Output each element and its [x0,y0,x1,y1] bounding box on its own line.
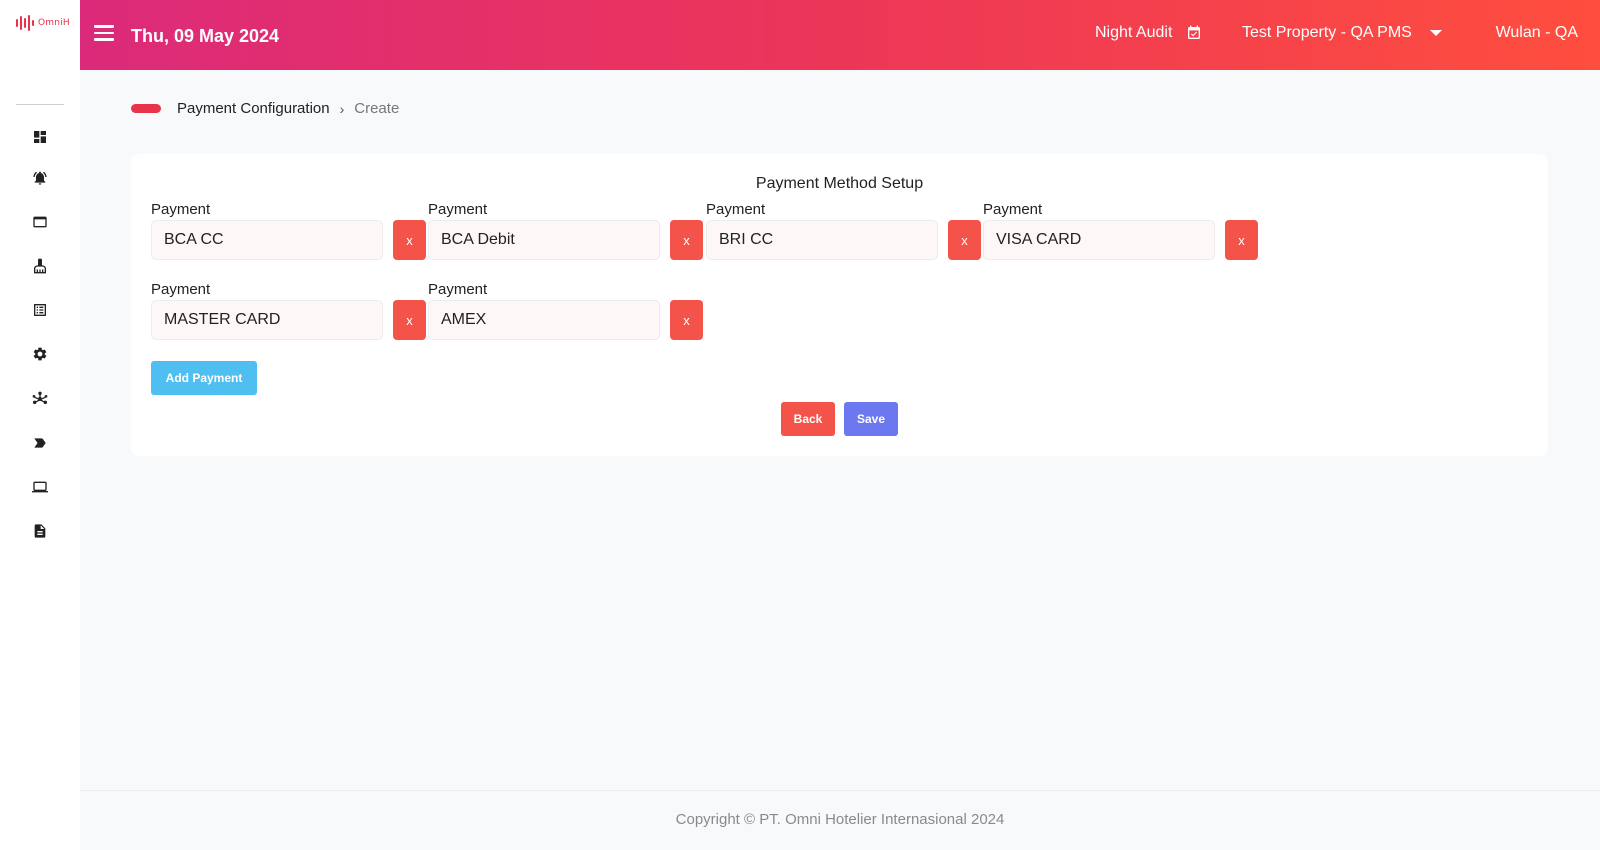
breadcrumb-payment-configuration[interactable]: Payment Configuration [177,100,330,117]
payment-label: Payment [706,201,766,218]
logo-mark-icon [16,15,34,31]
payment-field: Payment x [428,281,706,340]
payment-field: Payment x [151,201,429,260]
omnih-logo[interactable]: OmniH [16,15,70,31]
payment-field: Payment x [706,201,984,260]
payment-input[interactable] [428,300,660,340]
remove-payment-button[interactable]: x [393,300,426,340]
payment-input[interactable] [428,220,660,260]
breadcrumb-pill-icon [131,104,161,113]
payment-label: Payment [428,201,488,218]
copyright-text: Copyright © PT. Omni Hotelier Internasio… [675,811,1005,828]
footer: Copyright © PT. Omni Hotelier Internasio… [80,790,1600,850]
card-title: Payment Method Setup [755,175,924,192]
remove-payment-button[interactable]: x [1225,220,1258,260]
arrow-label-icon[interactable] [31,434,49,452]
breadcrumb-current: Create [354,100,400,117]
sidebar-divider [16,104,64,105]
payment-label: Payment [983,201,1043,218]
network-icon[interactable] [31,390,49,408]
payment-input[interactable] [983,220,1215,260]
user-menu[interactable]: Wulan - QA [1496,24,1578,42]
dashboard-icon[interactable] [31,128,49,146]
payment-label: Payment [151,281,211,298]
remove-payment-button[interactable]: x [393,220,426,260]
notification-bell-icon[interactable] [31,169,49,187]
payment-input[interactable] [151,300,383,340]
chevron-right-icon: › [339,100,345,117]
payment-field: Payment x [983,201,1261,260]
property-label: Test Property - QA PMS [1242,24,1412,41]
remove-payment-button[interactable]: x [948,220,981,260]
current-date: Thu, 09 May 2024 [131,26,280,46]
calendar-check-icon [1188,25,1201,39]
remove-payment-button[interactable]: x [670,220,703,260]
payment-setup-card: Payment Method Setup Payment x Payment x… [131,154,1548,456]
report-icon[interactable] [31,522,49,540]
night-audit-label: Night Audit [1095,24,1173,41]
breadcrumb: Payment Configuration › Create [131,100,399,117]
payment-label: Payment [428,281,488,298]
payment-field: Payment x [428,201,706,260]
payment-field: Payment x [151,281,429,340]
property-selector[interactable]: Test Property - QA PMS [1242,24,1442,42]
sidebar: OmniH [0,0,80,850]
payment-input[interactable] [151,220,383,260]
list-icon[interactable] [31,301,49,319]
cleaning-icon[interactable] [31,257,49,275]
window-icon[interactable] [31,213,49,231]
night-audit-button[interactable]: Night Audit [1095,24,1202,42]
add-payment-button[interactable]: Add Payment [151,361,257,395]
logo-text: OmniH [38,18,70,28]
settings-gear-icon[interactable] [31,345,49,363]
chevron-down-icon [1429,30,1442,36]
laptop-icon[interactable] [31,478,49,496]
payment-input[interactable] [706,220,938,260]
top-header: Thu, 09 May 2024 Night Audit Test Proper… [80,0,1600,70]
payment-label: Payment [151,201,211,218]
hamburger-menu-icon[interactable] [94,25,114,43]
save-button[interactable]: Save [844,402,898,436]
remove-payment-button[interactable]: x [670,300,703,340]
back-button[interactable]: Back [781,402,835,436]
